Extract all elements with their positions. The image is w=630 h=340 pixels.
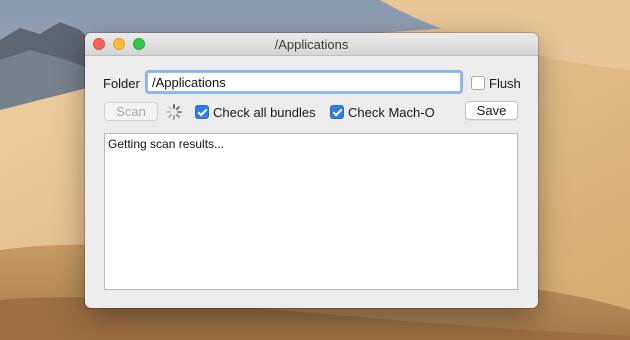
- app-window: /Applications Folder Flush Scan Check al…: [85, 33, 538, 308]
- check-macho-label[interactable]: Check Mach-O: [348, 105, 435, 120]
- flush-checkbox[interactable]: [471, 76, 485, 90]
- folder-input[interactable]: [147, 72, 461, 92]
- check-all-bundles-label[interactable]: Check all bundles: [213, 105, 316, 120]
- scan-button[interactable]: Scan: [104, 102, 158, 121]
- results-text-view[interactable]: Getting scan results...: [104, 133, 518, 290]
- window-title: /Applications: [274, 37, 349, 52]
- window-titlebar[interactable]: /Applications: [85, 33, 538, 56]
- flush-label[interactable]: Flush: [489, 76, 521, 91]
- save-button[interactable]: Save: [465, 101, 518, 120]
- check-macho-checkbox[interactable]: [330, 105, 344, 119]
- spinner-icon: [166, 104, 182, 120]
- check-all-bundles-checkbox[interactable]: [195, 105, 209, 119]
- folder-label: Folder: [103, 76, 140, 91]
- results-text: Getting scan results...: [108, 137, 225, 151]
